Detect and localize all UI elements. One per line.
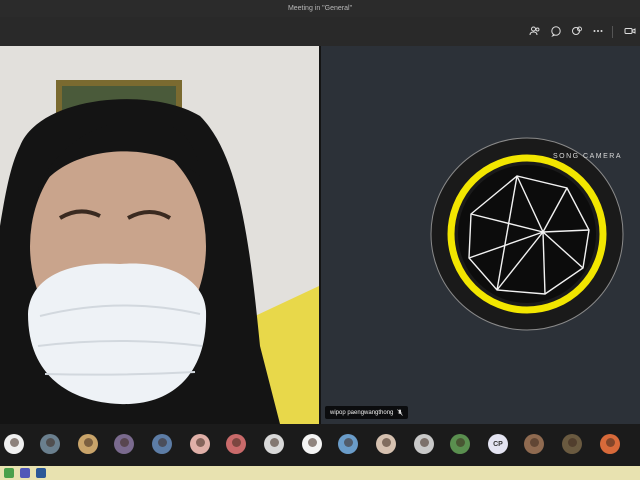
avatar-photo [381,438,391,447]
avatar-photo [605,438,615,447]
participant-avatar[interactable] [302,434,322,454]
participant-avatar[interactable] [414,434,434,454]
avatar-photo [157,438,167,447]
browser-icon[interactable] [4,468,14,478]
toolbar-divider [612,26,613,38]
meeting-toolbar [0,17,640,47]
participant-name: wipop paengwangthong [330,409,394,416]
avatar-photo [231,438,241,447]
window-title: Meeting in "General" [287,5,353,12]
avatar-photo [195,438,205,447]
avatar-photo [119,438,129,447]
participant-avatar[interactable] [376,434,396,454]
participant-avatar[interactable] [78,434,98,454]
participant-avatar[interactable]: CP [488,434,508,454]
avatar-photo [83,438,93,447]
participant-avatar[interactable] [450,434,470,454]
camera-icon[interactable] [622,23,638,39]
participant-name-chip: wipop paengwangthong [325,406,409,419]
participant-avatar[interactable] [562,434,582,454]
window-title-bar: Meeting in "General" [0,0,640,17]
more-options-icon[interactable] [590,23,606,39]
avatar-photo [45,438,55,447]
participant-avatar[interactable] [338,434,358,454]
reactions-icon[interactable] [569,23,585,39]
participant-avatar[interactable] [264,434,284,454]
participant-avatar[interactable] [114,434,134,454]
avatar-photo [307,438,317,447]
chat-icon[interactable] [548,23,564,39]
avatar-photo [343,438,353,447]
participant-avatar[interactable] [190,434,210,454]
avatar-photo [269,438,279,447]
avatar-initials: CP [493,440,503,448]
participant-avatar[interactable] [524,434,544,454]
word-icon[interactable] [36,468,46,478]
video-stage: SONG CAMERA wipop paengwangthong [0,46,640,424]
participant-avatar[interactable] [152,434,172,454]
participants-icon[interactable] [527,23,543,39]
teams-icon[interactable] [20,468,30,478]
participant-avatar[interactable] [40,434,60,454]
participant-avatar[interactable] [600,434,620,454]
avatar-photo [9,438,19,447]
video-tile-camera[interactable] [0,46,319,424]
logo-text: SONG CAMERA [553,153,622,160]
video-tile-profile[interactable]: SONG CAMERA wipop paengwangthong [321,46,640,424]
participant-avatar[interactable] [226,434,246,454]
avatar-photo [455,438,465,447]
profile-logo-image: SONG CAMERA [321,46,640,424]
participant-gallery: CP [0,424,640,466]
avatar-photo [529,438,539,447]
participant-avatar[interactable] [4,434,24,454]
camera-feed-image [0,46,319,424]
avatar-photo [567,438,577,447]
muted-mic-icon [397,409,404,416]
os-taskbar [0,466,640,480]
avatar-photo [419,438,429,447]
